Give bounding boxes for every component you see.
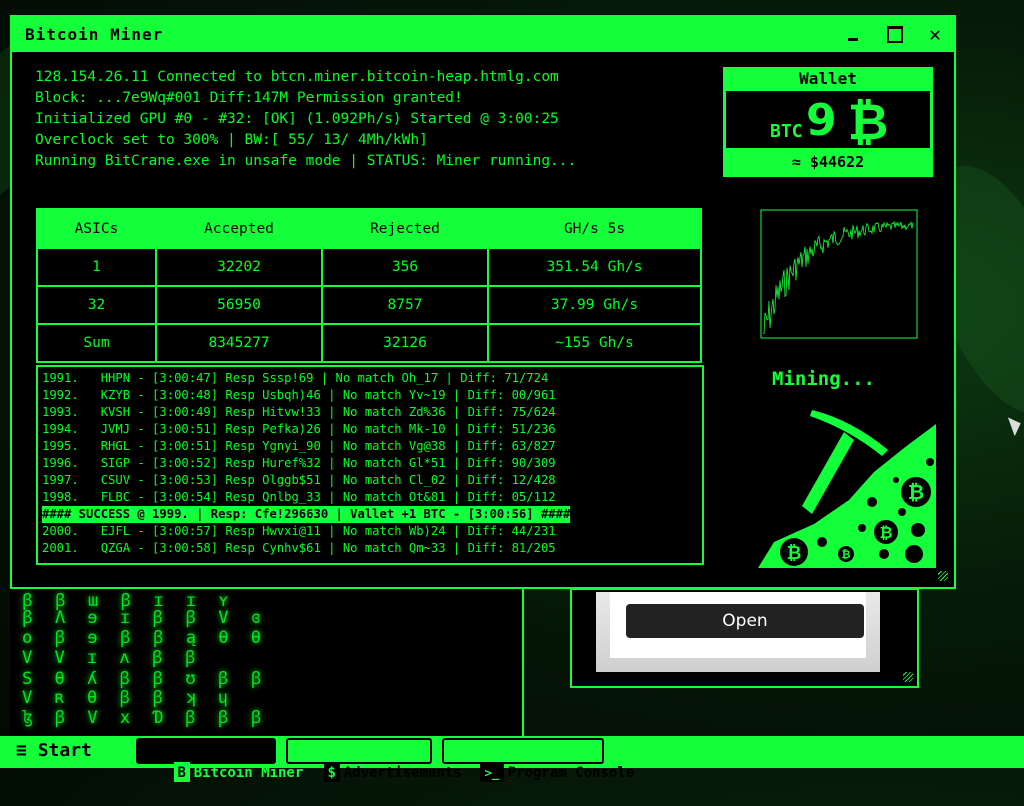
resize-grip[interactable] [903,672,913,682]
wallet-currency: BTC [770,121,803,142]
mining-log-row: 1997. CSUV - [3:00:53] Resp Olggb$51 | N… [42,473,556,487]
mining-log[interactable]: 1991. HHPN - [3:00:47] Resp Sssp!69 | No… [36,365,704,565]
wallet-usd-value: ≈ $44622 [791,153,865,171]
start-button[interactable]: ≡ Start [16,740,92,761]
start-label: Start [37,740,92,761]
stats-header-row: ASICs Accepted Rejected GH/s 5s [36,208,702,249]
stats-header: ASICs [36,208,157,249]
wallet-title: Wallet [799,69,857,88]
mining-log-row: 1994. JVMJ - [3:00:51] Resp Pefka)26 | N… [42,422,556,436]
stats-cell: 37.99 Gh/s [487,285,702,325]
terminal-icon: >_ [479,762,504,782]
matrix-window: ꞵ ꞵ ɯ ꞵ ɪ ɪ ʏ ꞵ Λ ɘ ɪ ꞵ ꞵ V ɞ o ꞵ ɘ ꞵ ꞵ … [10,588,524,736]
ad-card: Open [610,592,866,658]
svg-text:₿: ₿ [908,480,924,504]
stats-cell: 32126 [321,323,489,363]
title-bar[interactable]: Bitcoin Miner ✕ [12,17,954,52]
log-line: Overclock set to 300% | BW:[ 55/ 13/ 4Mh… [35,132,428,148]
bitcoin-icon: B [173,762,190,782]
stats-cell: 351.54 Gh/s [487,247,702,287]
stats-row: 32 56950 8757 37.99 Gh/s [36,285,702,325]
log-line: Block: ...7e9Wq#001 Diff:147M Permission… [35,90,463,106]
mining-log-row: 1993. KVSH - [3:00:49] Resp Hitvw!33 | N… [42,405,556,419]
log-line: Initialized GPU #0 - #32: [OK] (1.092Ph/… [35,111,559,127]
mining-log-row: 1996. SIGP - [3:00:52] Resp Huref%32 | N… [42,456,556,470]
svg-text:₿: ₿ [842,548,851,561]
taskbar-item-label: Program Console [507,765,635,781]
wallet-body: BTC 9 ₿ [726,91,930,148]
stats-header: GH/s 5s [487,208,702,249]
taskbar-item-bitcoin-miner[interactable]: B Bitcoin Miner [136,738,303,782]
stats-row: Sum 8345277 32126 ~155 Gh/s [36,323,702,363]
stats-cell: 356 [321,247,489,287]
mining-log-row: 1995. RHGL - [3:00:51] Resp Ygnyi_90 | N… [42,439,556,453]
menu-icon: ≡ [16,740,27,761]
log-line: Running BitCrane.exe in unsafe mode | ST… [35,153,577,169]
stats-cell: Sum [36,323,157,363]
svg-text:₿: ₿ [848,95,889,145]
stats-cell: 1 [36,247,157,287]
taskbar: ≡ Start B Bitcoin Miner $ Advertisements >… [0,736,1024,782]
taskbar-item-program-console[interactable]: >_ Program Console [442,738,634,782]
stats-header: Accepted [155,208,323,249]
wallet-amount: 9 [806,95,837,146]
stats-cell: 56950 [155,285,323,325]
maximize-button[interactable] [882,21,908,47]
bitcoin-icon: ₿ [848,95,889,145]
minimize-button[interactable] [840,21,866,47]
log-line: 128.154.26.11 Connected to btcn.miner.bi… [35,69,559,85]
stats-header: Rejected [321,208,489,249]
stats-cell: ~155 Gh/s [487,323,702,363]
matrix-row: ɮ ꞵ V x Ɗ ꞵ ꞵ ꞵ [22,708,268,728]
mining-log-row: 1991. HHPN - [3:00:47] Resp Sssp!69 | No… [42,371,549,385]
mining-log-success-row: #### SUCCESS @ 1999. | Resp: Cfe!296630 … [42,506,571,523]
mouse-cursor-icon [1007,413,1024,437]
dollar-icon: $ [323,762,340,782]
mining-log-row: 2001. QZGA - [3:00:58] Resp Cynhv$61 | N… [42,541,556,555]
advertisement-window: Open [570,588,919,688]
stats-cell: 8757 [321,285,489,325]
svg-text:₿: ₿ [879,523,892,542]
stats-cell: 32202 [155,247,323,287]
pickaxe-icon: ₿ ₿ ₿ ₿ [758,410,936,568]
stats-row: 1 32202 356 351.54 Gh/s [36,247,702,287]
bitcoin-miner-window: Bitcoin Miner ✕ 128.154.26.11 Connected … [10,15,956,589]
window-title: Bitcoin Miner [25,25,164,44]
stats-cell: 8345277 [155,323,323,363]
wallet-panel: Wallet BTC 9 ₿ ≈ $44622 [723,67,933,177]
resize-grip[interactable] [938,571,948,581]
taskbar-item-label: Bitcoin Miner [193,765,304,781]
taskbar-item-advertisements[interactable]: $ Advertisements [286,738,462,782]
stats-table: ASICs Accepted Rejected GH/s 5s 1 32202 … [36,208,702,363]
ad-content: Open [596,592,880,672]
mining-log-row: 2000. EJFL - [3:00:57] Resp Hwvxi@11 | N… [42,524,556,538]
mining-log-row: 1992. KZYB - [3:00:48] Resp Usbqh)46 | N… [42,388,556,402]
stats-cell: 32 [36,285,157,325]
matrix-row: V V ɪ ʌ ꞵ ꞵ [22,648,202,668]
hashrate-line [762,220,914,334]
hashrate-chart [760,209,918,339]
close-button[interactable]: ✕ [922,21,948,47]
mining-status: Mining... [772,368,875,390]
mining-log-row: 1998. FLBC - [3:00:54] Resp Qnlbg_33 | N… [42,490,556,504]
open-button[interactable]: Open [626,604,864,638]
svg-text:₿: ₿ [787,543,802,564]
